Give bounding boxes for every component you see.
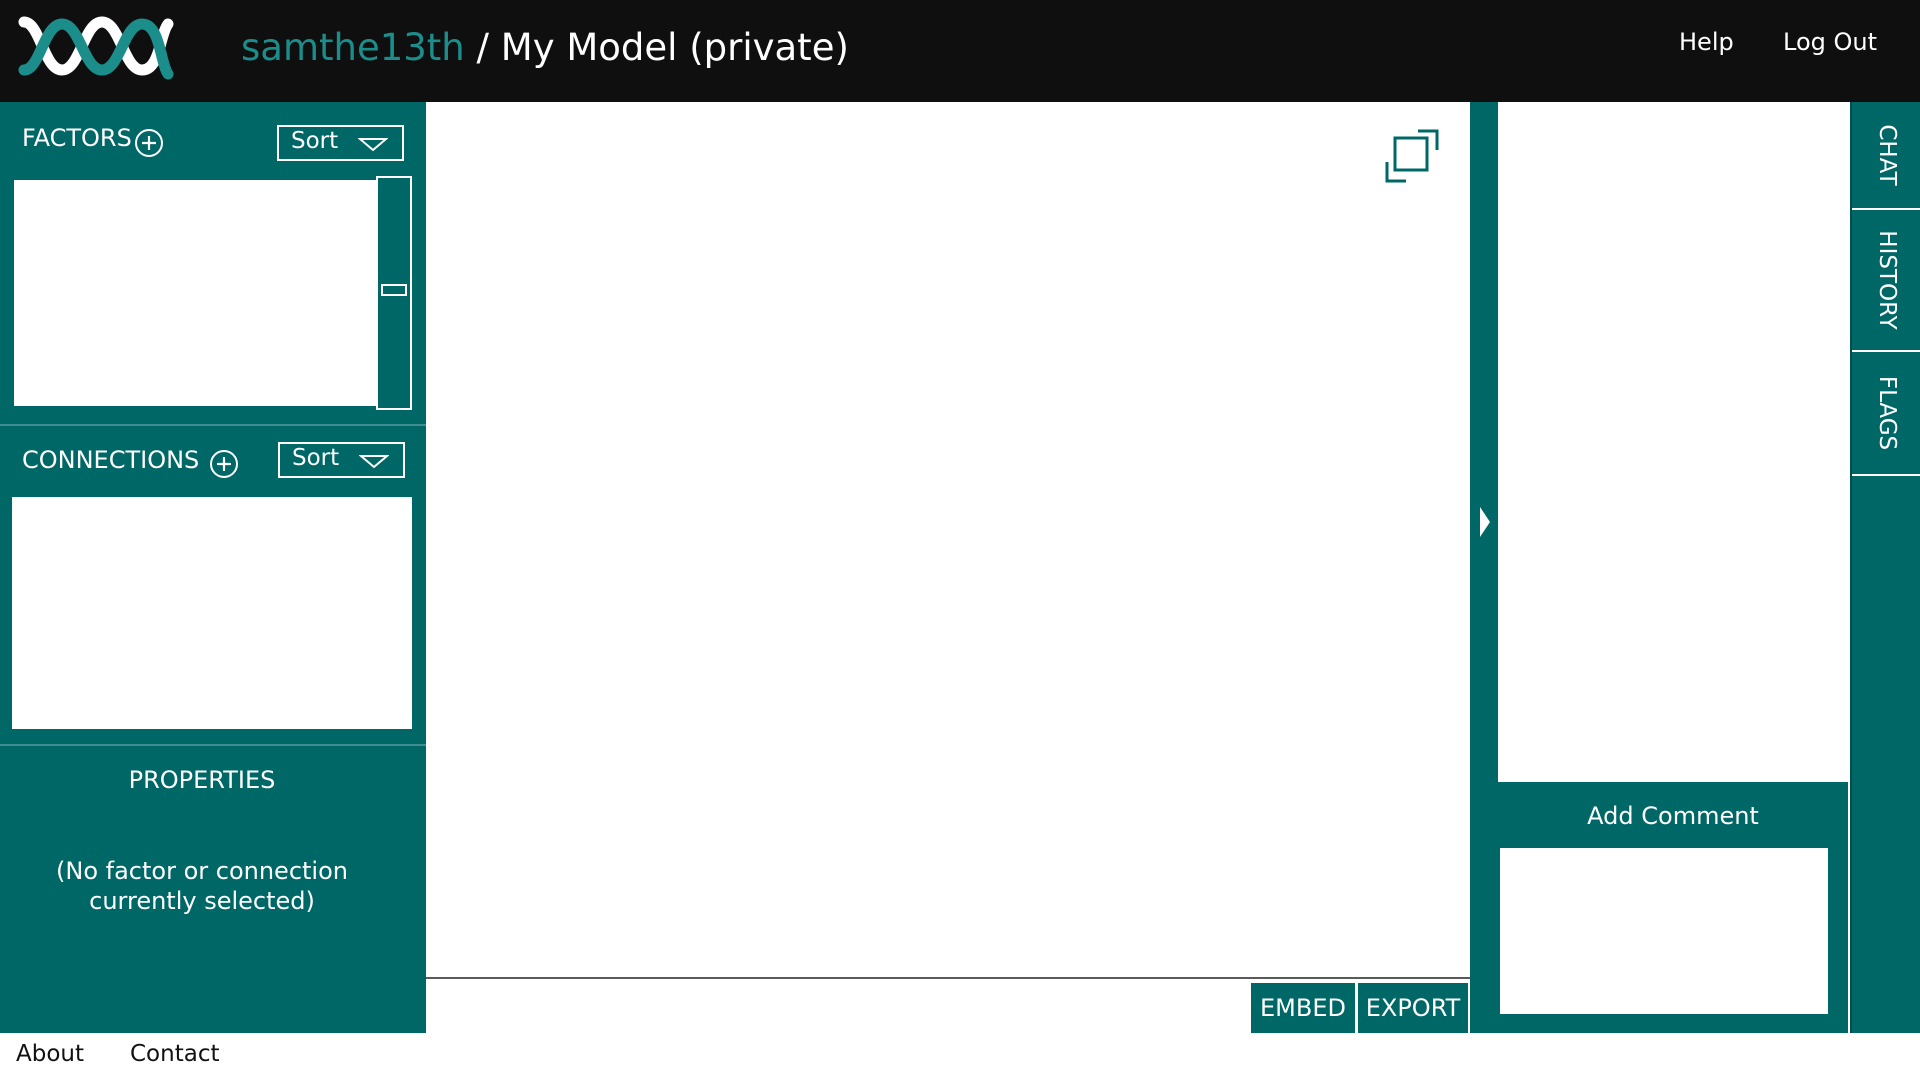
chat-messages[interactable]: [1498, 102, 1850, 782]
tab-label: HISTORY: [1874, 230, 1900, 330]
connections-heading: CONNECTIONS: [22, 446, 200, 474]
app-logo[interactable]: [18, 14, 174, 84]
factors-scrollbar[interactable]: [376, 176, 412, 410]
owner-username[interactable]: samthe13th: [241, 26, 465, 69]
tab-label: CHAT: [1874, 124, 1900, 186]
factors-sort-dropdown[interactable]: Sort: [277, 125, 404, 161]
tab-history[interactable]: HISTORY: [1852, 210, 1920, 352]
connections-list[interactable]: [12, 497, 412, 729]
tab-flags[interactable]: FLAGS: [1852, 352, 1920, 476]
contact-link[interactable]: Contact: [130, 1041, 219, 1067]
section-divider: [0, 424, 426, 426]
chevron-down-icon: [359, 455, 389, 469]
add-connection-icon[interactable]: [209, 449, 239, 479]
model-canvas[interactable]: [426, 102, 1470, 978]
collapse-panel-handle[interactable]: [1470, 102, 1498, 1033]
factors-heading: FACTORS: [22, 124, 132, 152]
side-tab-bar: CHAT HISTORY FLAGS: [1850, 102, 1920, 1033]
about-link[interactable]: About: [16, 1041, 84, 1067]
add-comment-label: Add Comment: [1587, 802, 1759, 830]
logout-link[interactable]: Log Out: [1783, 28, 1877, 56]
caret-right-icon[interactable]: [1479, 506, 1491, 538]
connections-sort-dropdown[interactable]: Sort: [278, 442, 405, 478]
properties-heading: PROPERTIES: [128, 766, 276, 794]
add-factor-icon[interactable]: [134, 128, 164, 158]
expand-icon[interactable]: [1384, 128, 1440, 184]
sort-label: Sort: [292, 445, 340, 471]
scrollbar-thumb[interactable]: [381, 284, 407, 296]
help-link[interactable]: Help: [1679, 28, 1734, 56]
factors-list[interactable]: [14, 180, 376, 406]
model-title: My Model (private): [500, 26, 849, 69]
comment-input[interactable]: [1500, 848, 1828, 1014]
sort-label: Sort: [291, 128, 339, 154]
tab-label: FLAGS: [1874, 375, 1900, 451]
tab-chat[interactable]: CHAT: [1852, 102, 1920, 210]
section-divider: [0, 744, 426, 746]
title-separator: /: [464, 26, 501, 69]
page-title: samthe13th / My Model (private): [241, 26, 849, 69]
properties-empty-message: (No factor or connection currently selec…: [56, 857, 348, 915]
chevron-down-icon: [358, 138, 388, 152]
export-button[interactable]: EXPORT: [1358, 983, 1468, 1033]
footer: [0, 1033, 1920, 1080]
embed-button[interactable]: EMBED: [1251, 983, 1355, 1033]
